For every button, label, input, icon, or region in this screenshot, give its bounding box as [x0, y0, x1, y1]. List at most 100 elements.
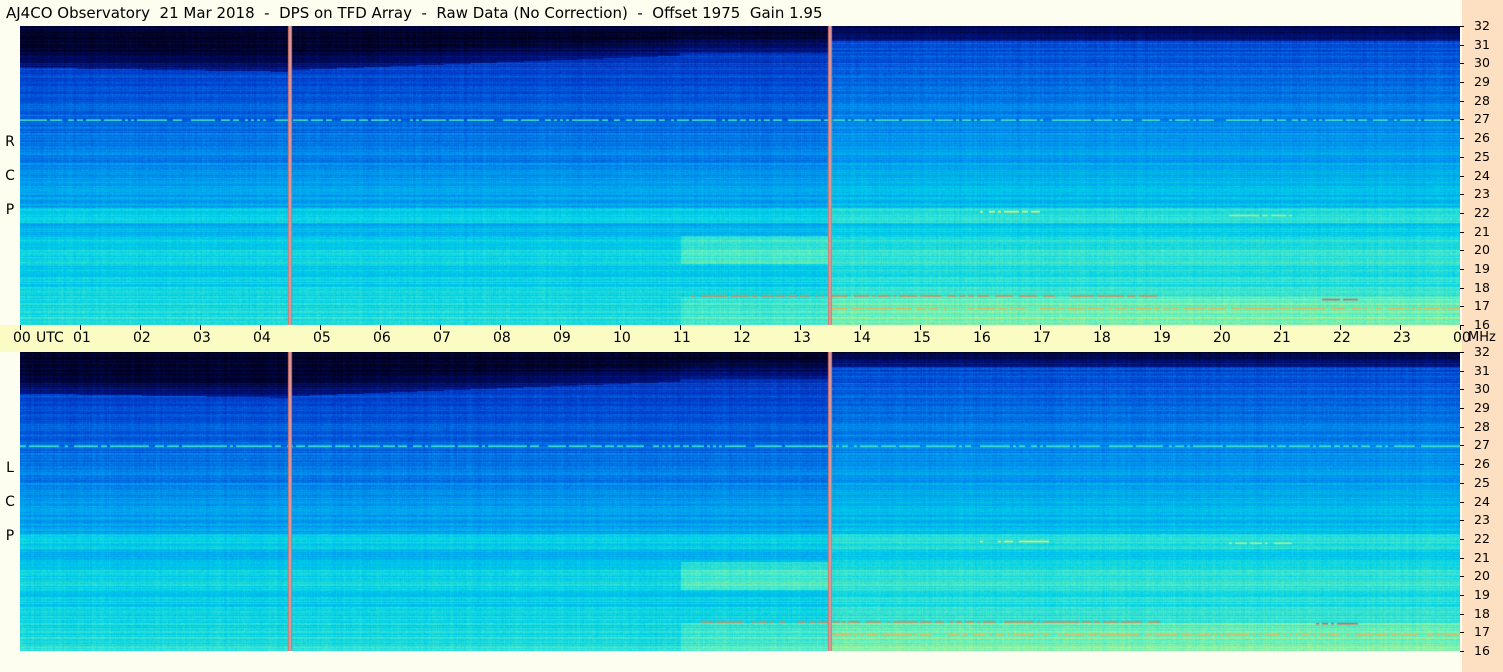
frequency-tick-label: 21: [1474, 223, 1490, 239]
frequency-tick-label: 22: [1474, 530, 1490, 546]
frequency-tick-label: 30: [1474, 55, 1490, 71]
time-tick-mark: [20, 325, 21, 330]
time-unit-label: UTC: [36, 330, 64, 346]
polarization-letter: C: [5, 168, 15, 184]
frequency-tick-label: 31: [1474, 362, 1490, 378]
frequency-tick-mark: [1460, 613, 1464, 615]
frequency-tick-mark: [1460, 212, 1464, 214]
rcp-polarization-label: R C P: [0, 26, 20, 325]
frequency-tick-label: 24: [1474, 493, 1490, 509]
frequency-tick-label: 16: [1474, 643, 1490, 658]
time-tick-mark: [140, 325, 141, 330]
rcp-spectrogram-canvas: [20, 26, 1460, 325]
frequency-tick-label: 19: [1474, 586, 1490, 602]
time-tick-mark: [980, 325, 981, 330]
frequency-tick-label: 25: [1474, 474, 1490, 490]
time-tick-mark: [1280, 325, 1281, 330]
frequency-tick-label: 32: [1474, 18, 1490, 33]
frequency-tick-mark: [1460, 557, 1464, 559]
frequency-tick-mark: [1460, 306, 1464, 308]
lcp-spectrogram-canvas: [20, 352, 1460, 651]
time-tick-mark: [1100, 325, 1101, 330]
time-tick-label: 03: [193, 330, 211, 346]
polarization-letter: P: [5, 528, 15, 544]
frequency-tick-label: 28: [1474, 418, 1490, 434]
frequency-tick-mark: [1460, 231, 1464, 233]
time-tick-label: 23: [1393, 330, 1411, 346]
page-title: AJ4CO Observatory 21 Mar 2018 - DPS on T…: [6, 4, 823, 22]
frequency-tick-mark: [1460, 389, 1464, 391]
frequency-tick-mark: [1460, 370, 1464, 372]
frequency-tick-label: 26: [1474, 456, 1490, 472]
frequency-tick-label: 19: [1474, 260, 1490, 276]
frequency-tick-mark: [1460, 501, 1464, 503]
frequency-tick-label: 29: [1474, 74, 1490, 90]
time-tick-label: 22: [1333, 330, 1351, 346]
time-tick-label: 10: [613, 330, 631, 346]
frequency-tick-mark: [1460, 119, 1464, 121]
time-tick-label: 17: [1033, 330, 1051, 346]
frequency-tick-mark: [1460, 175, 1464, 177]
frequency-tick-label: 18: [1474, 605, 1490, 621]
frequency-tick-mark: [1460, 576, 1464, 578]
time-tick-label: 20: [1213, 330, 1231, 346]
time-tick-label: 18: [1093, 330, 1111, 346]
frequency-tick-label: 17: [1474, 298, 1490, 314]
frequency-tick-label: 16: [1474, 317, 1490, 332]
time-tick-label: 07: [433, 330, 451, 346]
frequency-tick-mark: [1460, 482, 1464, 484]
frequency-tick-label: 24: [1474, 167, 1490, 183]
time-tick-label: 19: [1153, 330, 1171, 346]
time-axis: 00 01 02 03 04 05 06 07 08 09 10 11 12 13 14 15 16 17 18 19…: [0, 325, 1496, 352]
time-tick-mark: [800, 325, 801, 330]
frequency-tick-label: 18: [1474, 279, 1490, 295]
polarization-letter: C: [5, 494, 15, 510]
time-tick-mark: [260, 325, 261, 330]
time-tick-label: 00: [13, 330, 31, 346]
frequency-tick-mark: [1460, 632, 1464, 634]
time-tick-mark: [440, 325, 441, 330]
frequency-tick-mark: [1460, 194, 1464, 196]
frequency-tick-mark: [1460, 426, 1464, 428]
time-tick-label: 09: [553, 330, 571, 346]
time-tick-mark: [380, 325, 381, 330]
time-tick-label: 02: [133, 330, 151, 346]
frequency-tick-label: 25: [1474, 148, 1490, 164]
frequency-tick-mark: [1460, 44, 1464, 46]
frequency-tick-mark: [1460, 325, 1464, 326]
time-tick-label: 01: [73, 330, 91, 346]
frequency-tick-label: 28: [1474, 92, 1490, 108]
time-tick-label: 21: [1273, 330, 1291, 346]
time-tick-mark: [1160, 325, 1161, 330]
time-tick-mark: [500, 325, 501, 330]
frequency-tick-label: 23: [1474, 186, 1490, 202]
frequency-tick-mark: [1460, 63, 1464, 65]
time-tick-label: 14: [853, 330, 871, 346]
time-tick-mark: [680, 325, 681, 330]
time-tick-label: 04: [253, 330, 271, 346]
time-tick-mark: [320, 325, 321, 330]
frequency-unit-label: MHz: [1468, 330, 1496, 345]
polarization-letter: R: [5, 134, 15, 150]
frequency-tick-mark: [1460, 445, 1464, 447]
rcp-spectrogram: [20, 26, 1460, 325]
time-tick-mark: [200, 325, 201, 330]
time-tick-mark: [920, 325, 921, 330]
frequency-tick-mark: [1460, 352, 1464, 353]
frequency-tick-mark: [1460, 520, 1464, 522]
time-tick-mark: [620, 325, 621, 330]
frequency-tick-mark: [1460, 156, 1464, 158]
frequency-tick-label: 26: [1474, 130, 1490, 146]
frequency-tick-label: 27: [1474, 111, 1490, 127]
frequency-tick-label: 20: [1474, 568, 1490, 584]
frequency-tick-label: 20: [1474, 242, 1490, 258]
frequency-tick-mark: [1460, 287, 1464, 289]
time-tick-label: 08: [493, 330, 511, 346]
time-tick-label: 12: [733, 330, 751, 346]
time-tick-mark: [1400, 325, 1401, 330]
time-tick-mark: [1340, 325, 1341, 330]
frequency-tick-label: 21: [1474, 549, 1490, 565]
time-tick-label: 06: [373, 330, 391, 346]
frequency-tick-label: 31: [1474, 36, 1490, 52]
time-tick-mark: [740, 325, 741, 330]
